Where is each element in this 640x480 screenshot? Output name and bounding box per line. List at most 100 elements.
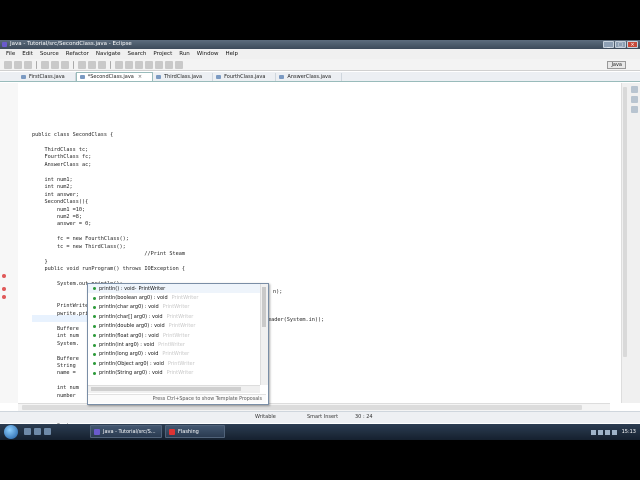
letterbox-top <box>0 0 640 40</box>
previous-annotation-icon[interactable] <box>155 60 163 69</box>
taskbar-item-label: Flashing <box>178 429 199 435</box>
proposal-item[interactable]: println(float arg0) : void PrintWriter <box>88 331 260 340</box>
scrollbar-thumb[interactable] <box>262 287 266 327</box>
java-file-icon <box>279 75 285 79</box>
explorer-icon[interactable] <box>34 428 41 435</box>
java-file-icon <box>216 75 222 79</box>
code-line: tc = new ThirdClass(); <box>32 243 126 250</box>
editor-tabs: FirstClass.java *SecondClass.java × Third… <box>0 72 640 82</box>
proposal-item[interactable]: println(char arg0) : void PrintWriter <box>88 303 260 312</box>
method-icon <box>93 324 96 328</box>
scrollbar-thumb[interactable] <box>22 405 582 410</box>
close-button[interactable]: × <box>627 41 638 48</box>
show-desktop-icon[interactable] <box>24 428 31 435</box>
hierarchy-icon[interactable] <box>630 106 638 113</box>
proposal-item[interactable]: println(long arg0) : void PrintWriter <box>88 350 260 359</box>
method-icon <box>93 343 96 347</box>
menu-run[interactable]: Run <box>179 51 190 57</box>
print-icon[interactable] <box>24 60 32 69</box>
code-line: AnswerClass ac; <box>32 161 92 168</box>
proposal-item[interactable]: println() : void - PrintWriter <box>88 284 260 294</box>
proposal-declaring-type: PrintWriter <box>138 285 166 292</box>
code-line: int answer; <box>32 191 79 198</box>
new-icon[interactable] <box>4 60 12 69</box>
proposal-horizontal-scrollbar[interactable] <box>88 385 260 393</box>
taskbar-item-flashing[interactable]: Flashing <box>165 425 225 438</box>
code-fragment: eader(System.in)); <box>268 317 325 323</box>
java-file-icon <box>21 75 26 79</box>
start-button[interactable] <box>4 425 18 439</box>
security-icon[interactable] <box>611 429 617 435</box>
volume-icon[interactable] <box>597 429 603 435</box>
tab-secondclass[interactable]: *SecondClass.java × <box>75 72 154 81</box>
proposal-item[interactable]: println(char[] arg0) : void PrintWriter <box>88 312 260 321</box>
forward-icon[interactable] <box>175 60 183 69</box>
external-tools-icon[interactable] <box>61 60 69 69</box>
tab-fourthclass[interactable]: FourthClass.java <box>213 73 277 81</box>
next-annotation-icon[interactable] <box>145 60 153 69</box>
run-icon[interactable] <box>51 60 59 69</box>
proposal-item[interactable]: println(int arg0) : void PrintWriter <box>88 340 260 349</box>
menu-window[interactable]: Window <box>197 51 219 57</box>
error-marker-icon[interactable] <box>2 295 6 299</box>
code-line: Buffere <box>32 325 79 332</box>
tab-answerclass[interactable]: AnswerClass.java <box>276 73 343 81</box>
search-icon[interactable] <box>125 60 133 69</box>
editor-vertical-scrollbar[interactable] <box>621 83 628 403</box>
proposal-item[interactable]: println(Object arg0) : void PrintWriter <box>88 359 260 368</box>
menu-navigate[interactable]: Navigate <box>96 51 121 57</box>
task-list-icon[interactable] <box>630 96 638 103</box>
menu-search[interactable]: Search <box>128 51 147 57</box>
code-line: name = <box>32 370 79 377</box>
status-writable: Writable <box>255 414 276 420</box>
proposal-declaring-type: PrintWriter <box>162 304 190 311</box>
new-class-icon[interactable] <box>98 60 106 69</box>
scrollbar-thumb[interactable] <box>91 387 241 391</box>
clock[interactable]: 15:13 <box>622 429 636 435</box>
overview-ruler <box>628 83 640 403</box>
outline-icon[interactable] <box>630 86 638 93</box>
code-line: SecondClass(){ <box>32 199 89 206</box>
open-type-icon[interactable] <box>115 60 123 69</box>
menu-edit[interactable]: Edit <box>22 51 33 57</box>
error-marker-icon[interactable] <box>2 274 6 278</box>
proposal-item[interactable]: println(double arg0) : void PrintWriter <box>88 322 260 331</box>
proposal-signature: println() : void <box>99 285 135 292</box>
debug-icon[interactable] <box>41 60 49 69</box>
menu-source[interactable]: Source <box>40 51 59 57</box>
network-icon[interactable] <box>590 429 596 435</box>
new-package-icon[interactable] <box>88 60 96 69</box>
proposal-declaring-type: PrintWriter <box>158 342 185 349</box>
tab-firstclass[interactable]: FirstClass.java <box>18 73 76 81</box>
minimize-button[interactable]: _ <box>603 41 614 48</box>
toolbar-separator <box>73 60 74 69</box>
proposal-item[interactable]: println(boolean arg0) : void PrintWriter <box>88 293 260 302</box>
tab-close-icon[interactable]: × <box>138 74 142 80</box>
tab-thirdclass[interactable]: ThirdClass.java <box>153 73 214 81</box>
new-java-project-icon[interactable] <box>78 60 86 69</box>
proposal-list: println() : void - PrintWriter println(bo… <box>88 284 260 385</box>
code-fragment: n); <box>273 289 283 295</box>
back-icon[interactable] <box>165 60 173 69</box>
system-tray: 15:13 <box>556 424 640 440</box>
menu-project[interactable]: Project <box>153 51 172 57</box>
separator: - <box>134 285 137 292</box>
perspective-java-button[interactable]: Java <box>607 61 626 69</box>
proposal-signature: println(int arg0) : void <box>99 342 155 349</box>
proposal-item[interactable]: println(String arg0) : void PrintWriter <box>88 369 260 378</box>
menu-refactor[interactable]: Refactor <box>66 51 89 57</box>
browser-icon[interactable] <box>44 428 51 435</box>
proposal-scrollbar[interactable] <box>260 284 268 385</box>
menu-help[interactable]: Help <box>225 51 238 57</box>
code-line: number <box>32 392 79 399</box>
proposal-declaring-type: PrintWriter <box>162 351 190 358</box>
save-icon[interactable] <box>14 60 22 69</box>
battery-icon[interactable] <box>604 429 610 435</box>
error-marker-icon[interactable] <box>2 287 6 291</box>
toggle-mark-icon[interactable] <box>135 60 143 69</box>
taskbar-item-eclipse[interactable]: Java - Tutorial/src/S... <box>90 425 162 438</box>
editor-ruler[interactable] <box>0 83 19 403</box>
maximize-button[interactable]: □ <box>615 41 626 48</box>
menu-file[interactable]: File <box>6 51 15 57</box>
scrollbar-thumb[interactable] <box>623 87 627 357</box>
